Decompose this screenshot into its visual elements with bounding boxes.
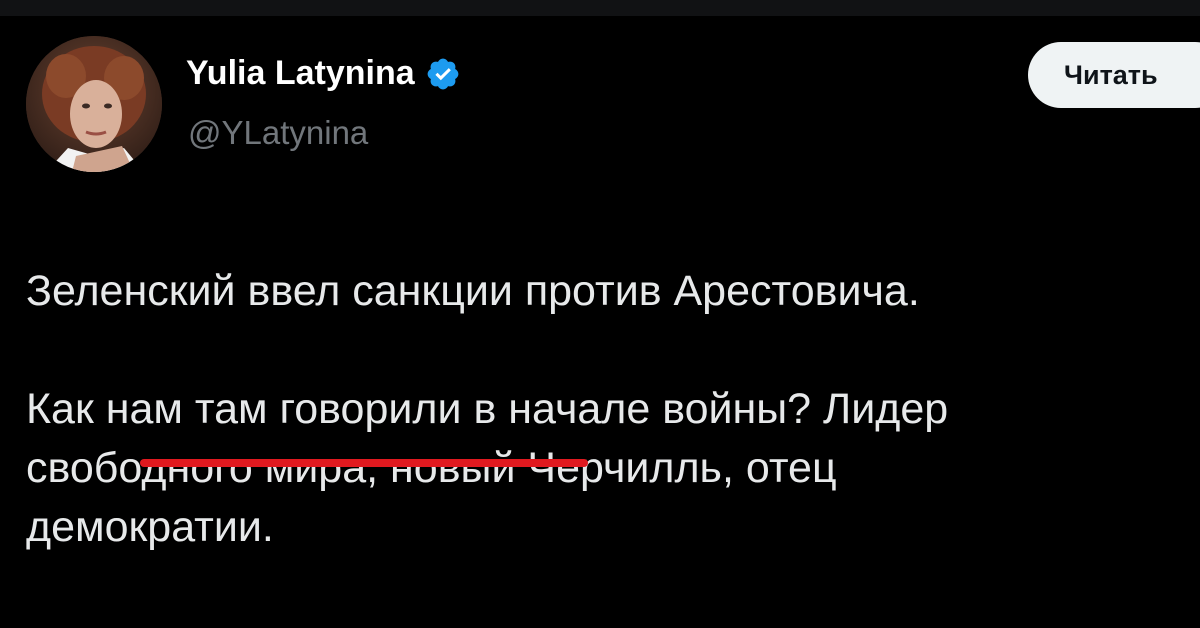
tweet-paragraph-2-line-1: Как нам там говорили в начале войны? Лид… bbox=[26, 385, 949, 433]
tweet-paragraph-1: Зеленский ввел санкции против Арестовича… bbox=[26, 267, 920, 315]
red-underline-annotation bbox=[140, 459, 588, 467]
top-bar bbox=[0, 0, 1200, 16]
tweet-text: Зеленский ввел санкции против Арестовича… bbox=[26, 262, 1186, 557]
tweet-screenshot: Yulia Latynina @YLatynina Читать Зеленск… bbox=[0, 0, 1200, 628]
author-handle[interactable]: @YLatynina bbox=[188, 114, 368, 152]
avatar-photo-icon bbox=[26, 36, 162, 172]
author-name-text: Yulia Latynina bbox=[186, 54, 415, 92]
tweet-paragraph-2-line-3: демократии. bbox=[26, 503, 274, 551]
verified-badge-icon bbox=[427, 58, 458, 89]
avatar[interactable] bbox=[26, 36, 162, 172]
tweet-paragraph-2-line-2: свободного мира, новый Черчилль, отец bbox=[26, 444, 837, 492]
follow-button[interactable]: Читать bbox=[1028, 42, 1200, 108]
author-name[interactable]: Yulia Latynina bbox=[186, 54, 461, 93]
